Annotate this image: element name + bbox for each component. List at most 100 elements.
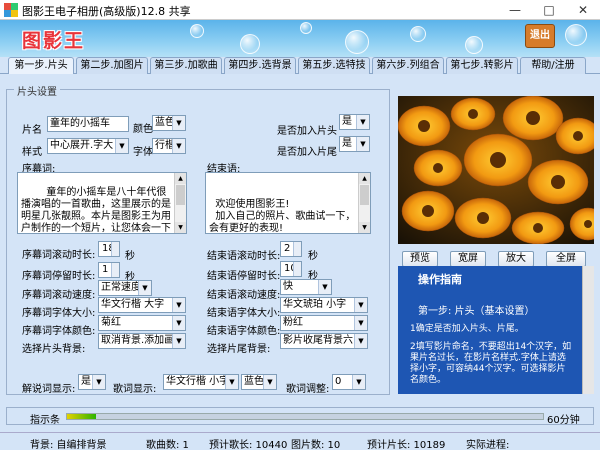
lyrics-adjust-label: 歌词调整: xyxy=(286,384,330,395)
preface-scroll-speed-select[interactable]: 正常速度 ▼ xyxy=(98,280,152,296)
preface-stay-duration-spin[interactable]: 1 xyxy=(98,262,120,278)
scroll-up-icon[interactable]: ▲ xyxy=(359,173,370,184)
ending-font-size-select[interactable]: 华文琥珀 小字 ▼ xyxy=(280,297,368,313)
chevron-down-icon: ▼ xyxy=(115,139,128,153)
preface-scroll-speed-label: 序幕词滚动速度: xyxy=(22,290,96,301)
status-film-length: 预计片长: 10189 xyxy=(367,440,446,450)
help-title: 操作指南 xyxy=(418,273,462,286)
lyrics-adjust-select[interactable]: 0 ▼ xyxy=(332,374,366,390)
ending-stay-duration-spin[interactable]: 10 xyxy=(280,261,302,277)
add-intro-label: 是否加入片头 xyxy=(277,126,337,137)
indicator-label: 指示条 xyxy=(30,415,60,426)
tab-step-7[interactable]: 第七步.转影片 xyxy=(446,57,518,74)
style-label: 样式 xyxy=(22,147,42,158)
add-intro-select[interactable]: 是 ▼ xyxy=(339,114,370,130)
vertical-scrollbar[interactable]: ▲ ▼ xyxy=(174,173,186,233)
tab-step-2[interactable]: 第二步.加图片 xyxy=(76,57,148,74)
status-background: 背景: 自编排背景 xyxy=(30,440,107,450)
style-select[interactable]: 中心展开.字大 ▼ xyxy=(47,138,129,154)
spin-arrows-icon[interactable] xyxy=(293,242,301,256)
narration-display-label: 解说词显示: xyxy=(22,384,76,395)
spin-arrows-icon[interactable] xyxy=(111,263,119,277)
indicator-track xyxy=(66,413,544,420)
widescreen-button[interactable]: 宽屏 xyxy=(450,251,486,267)
unit-seconds: 秒 xyxy=(125,251,135,262)
ending-font-color-label: 结束语字体颜色: xyxy=(207,326,281,337)
scroll-thumb[interactable] xyxy=(176,185,185,205)
ending-font-size-label: 结束语字体大小: xyxy=(207,308,281,319)
scroll-down-icon[interactable]: ▼ xyxy=(359,222,370,233)
chevron-down-icon: ▼ xyxy=(356,115,369,129)
tab-step-1[interactable]: 第一步.片头 xyxy=(8,57,74,74)
preview-image xyxy=(398,96,594,244)
outro-background-select[interactable]: 影片收尾背景六 ▼ xyxy=(280,333,368,349)
status-picture-count: 图片数: 10 xyxy=(291,440,341,450)
tab-step-6[interactable]: 第六步.列组合 xyxy=(372,57,444,74)
indicator-fill xyxy=(67,414,96,419)
bubble-decoration xyxy=(465,36,483,54)
scroll-up-icon[interactable]: ▲ xyxy=(175,173,186,184)
preface-font-size-label: 序幕词字体大小: xyxy=(22,308,96,319)
tab-step-5[interactable]: 第五步.选特技 xyxy=(298,57,370,74)
narration-display-select[interactable]: 是 ▼ xyxy=(78,374,106,390)
flowers-photo xyxy=(398,96,594,244)
title-bar: 图影王电子相册(高级版)12.8 共享 — □ ✕ xyxy=(0,0,600,20)
scroll-thumb[interactable] xyxy=(360,185,369,205)
bubble-decoration xyxy=(240,34,260,54)
chevron-down-icon: ▼ xyxy=(356,137,369,151)
preface-font-color-select[interactable]: 菊红 ▼ xyxy=(98,315,186,331)
zoom-button[interactable]: 放大 xyxy=(498,251,534,267)
ending-font-color-select[interactable]: 粉红 ▼ xyxy=(280,315,368,331)
lyrics-font-select[interactable]: 华文行楷 小字 ▼ xyxy=(163,374,239,390)
preview-button[interactable]: 预览 xyxy=(402,251,438,267)
fullscreen-button[interactable]: 全屏 xyxy=(546,251,586,267)
chevron-down-icon: ▼ xyxy=(354,298,367,312)
add-outro-label: 是否加入片尾 xyxy=(277,147,337,158)
tab-step-3[interactable]: 第三步.加歌曲 xyxy=(150,57,222,74)
preface-textarea[interactable]: 童年的小摇车是八十年代很播演唱的一首歌曲，这里展示的是明星几张靓照。本片是图影王… xyxy=(17,172,187,234)
help-step: 第一步: 片头（基本设置） xyxy=(418,306,535,317)
title-input[interactable]: 童年的小摇车 xyxy=(47,116,129,132)
bubble-decoration xyxy=(300,22,312,34)
ending-scroll-duration-label: 结束语滚动时长: xyxy=(207,251,281,262)
chevron-down-icon: ▼ xyxy=(138,281,151,295)
bubble-decoration xyxy=(410,26,426,42)
exit-button[interactable]: 退出 xyxy=(525,24,555,48)
add-outro-select[interactable]: 是 ▼ xyxy=(339,136,370,152)
ending-scroll-speed-select[interactable]: 快 ▼ xyxy=(280,279,332,295)
close-button[interactable]: ✕ xyxy=(566,0,600,20)
lyrics-display-label: 歌词显示: xyxy=(113,384,157,395)
maximize-button[interactable]: □ xyxy=(532,0,566,20)
preface-font-color-label: 序幕词字体颜色: xyxy=(22,326,96,337)
bubble-decoration xyxy=(345,30,369,54)
chevron-down-icon: ▼ xyxy=(172,139,185,153)
chevron-down-icon: ▼ xyxy=(354,334,367,348)
preface-font-size-select[interactable]: 华文行楷 大字 ▼ xyxy=(98,297,186,313)
status-actual-progress: 实际进程: xyxy=(466,440,510,450)
bubble-decoration xyxy=(565,24,587,46)
help-scrollbar[interactable] xyxy=(582,266,594,394)
tab-help-register[interactable]: 帮助/注册 xyxy=(520,57,586,74)
ending-textarea[interactable]: 欢迎使用图影王! 加入自己的照片、歌曲试一下，会有更好的表现! ▲ ▼ xyxy=(205,172,371,234)
scroll-down-icon[interactable]: ▼ xyxy=(175,222,186,233)
lyrics-color-select[interactable]: 蓝色 ▼ xyxy=(241,374,277,390)
color-select[interactable]: 蓝色 ▼ xyxy=(152,115,186,131)
tab-step-4[interactable]: 第四步.选背景 xyxy=(224,57,296,74)
spin-arrows-icon[interactable] xyxy=(111,242,119,256)
minimize-button[interactable]: — xyxy=(498,0,532,20)
status-bar: 背景: 自编排背景 歌曲数: 1 预计歌长: 10440 图片数: 10 预计片… xyxy=(0,432,600,450)
spin-arrows-icon[interactable] xyxy=(293,262,301,276)
vertical-scrollbar[interactable]: ▲ ▼ xyxy=(358,173,370,233)
preface-scroll-duration-spin[interactable]: 18 xyxy=(98,241,120,257)
ending-scroll-speed-label: 结束语滚动速度: xyxy=(207,290,281,301)
group-label: 片头设置 xyxy=(14,83,60,98)
ending-scroll-duration-spin[interactable]: 2 xyxy=(280,241,302,257)
font-select[interactable]: 行楷 ▼ xyxy=(152,138,186,154)
help-panel: 操作指南 第一步: 片头（基本设置） 1确定是否加入片头、片尾。 2填写影片命名… xyxy=(398,266,594,394)
chevron-down-icon: ▼ xyxy=(172,334,185,348)
chevron-down-icon: ▼ xyxy=(172,316,185,330)
intro-background-select[interactable]: 取消背景.添加画体 ▼ xyxy=(98,333,186,349)
help-paragraph-1: 1确定是否加入片头、片尾。 xyxy=(410,324,524,334)
chevron-down-icon: ▼ xyxy=(172,116,185,130)
bubble-decoration xyxy=(190,24,204,38)
